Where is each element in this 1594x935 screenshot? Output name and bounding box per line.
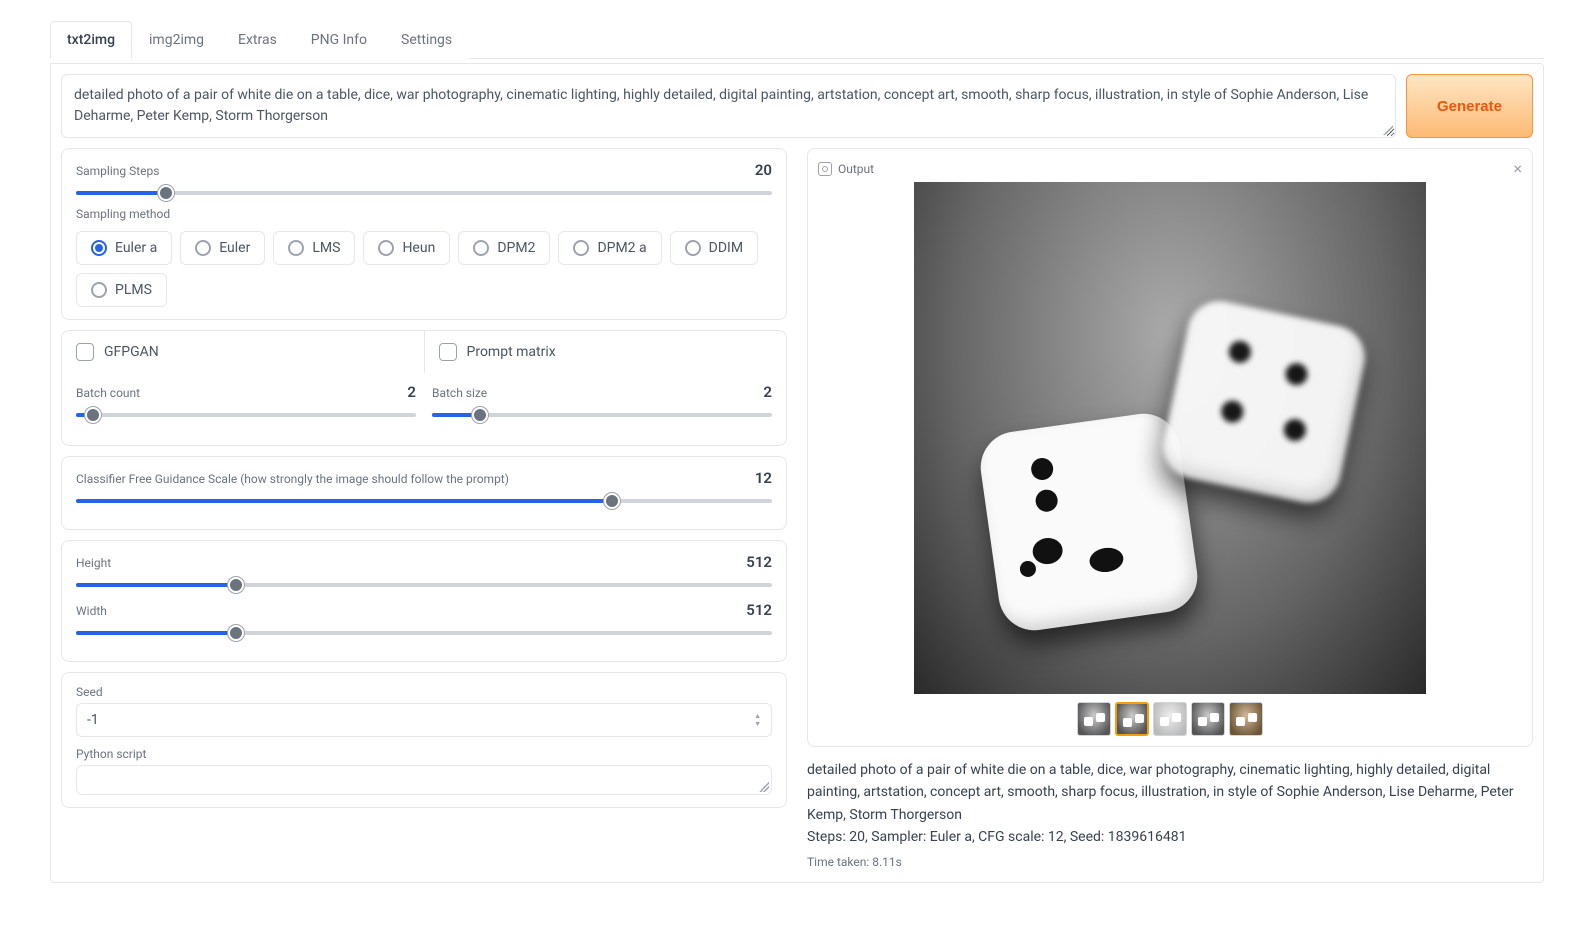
python-label: Python script — [76, 747, 772, 761]
sampler-dpm2[interactable]: DPM2 — [458, 231, 550, 265]
prompt-matrix-checkbox[interactable]: Prompt matrix — [425, 331, 787, 373]
tab-bar: txt2img img2img Extras PNG Info Settings — [50, 20, 1544, 59]
main-panel: detailed photo of a pair of white die on… — [50, 63, 1544, 883]
caption-params: Steps: 20, Sampler: Euler a, CFG scale: … — [807, 826, 1533, 848]
radio-icon — [195, 240, 211, 256]
sampler-euler-a[interactable]: Euler a — [76, 231, 172, 265]
output-panel: Output × — [807, 148, 1533, 747]
batch-size-label: Batch size — [432, 386, 487, 400]
radio-icon — [91, 282, 107, 298]
python-input[interactable] — [76, 765, 772, 795]
output-thumbnails — [818, 702, 1522, 736]
output-label: Output — [838, 162, 874, 176]
batch-count-slider[interactable] — [76, 405, 416, 425]
radio-icon — [573, 240, 589, 256]
seed-script-group: Seed -1 ▲▼ Python script — [61, 672, 787, 808]
checkbox-group: GFPGAN Prompt matrix Batch count 2 — [61, 330, 787, 446]
thumbnail-3[interactable] — [1191, 702, 1225, 736]
sampling-group: Sampling Steps 20 Sampling method Euler … — [61, 148, 787, 320]
width-label: Width — [76, 604, 107, 618]
sampling-method-radios: Euler aEulerLMSHeunDPM2DPM2 a DDIM PLMS — [76, 231, 772, 307]
cfg-value: 12 — [755, 469, 772, 487]
height-value: 512 — [746, 553, 772, 571]
seed-input[interactable]: -1 ▲▼ — [76, 703, 772, 737]
prompt-input[interactable]: detailed photo of a pair of white die on… — [61, 74, 1396, 138]
sampler-euler[interactable]: Euler — [180, 231, 265, 265]
tab-png-info[interactable]: PNG Info — [294, 21, 384, 59]
radio-icon — [378, 240, 394, 256]
caption-time: Time taken: 8.11s — [807, 853, 1533, 872]
thumbnail-4[interactable] — [1229, 702, 1263, 736]
batch-size-value: 2 — [763, 383, 772, 401]
generate-button[interactable]: Generate — [1406, 74, 1533, 138]
height-label: Height — [76, 556, 111, 570]
cfg-slider[interactable] — [76, 491, 772, 511]
height-slider[interactable] — [76, 575, 772, 595]
batch-count-label: Batch count — [76, 386, 140, 400]
gfpgan-checkbox[interactable]: GFPGAN — [62, 331, 425, 373]
caption-prompt: detailed photo of a pair of white die on… — [807, 759, 1533, 826]
tab-txt2img[interactable]: txt2img — [50, 21, 132, 59]
seed-label: Seed — [76, 685, 772, 699]
dimensions-group: Height 512 Width 512 — [61, 540, 787, 662]
sampler-heun[interactable]: Heun — [363, 231, 450, 265]
width-value: 512 — [746, 601, 772, 619]
tab-img2img[interactable]: img2img — [132, 21, 221, 59]
sampling-steps-value: 20 — [755, 161, 772, 179]
cfg-group: Classifier Free Guidance Scale (how stro… — [61, 456, 787, 530]
batch-count-value: 2 — [407, 383, 416, 401]
thumbnail-2[interactable] — [1153, 702, 1187, 736]
sampler-plms[interactable]: PLMS — [76, 273, 167, 307]
radio-icon — [91, 240, 107, 256]
sampling-steps-slider[interactable] — [76, 183, 772, 203]
batch-size-slider[interactable] — [432, 405, 772, 425]
sampling-steps-label: Sampling Steps — [76, 164, 159, 178]
radio-icon — [685, 240, 701, 256]
tab-extras[interactable]: Extras — [221, 21, 294, 59]
radio-icon — [288, 240, 304, 256]
tab-settings[interactable]: Settings — [384, 21, 469, 59]
output-caption: detailed photo of a pair of white die on… — [807, 759, 1533, 872]
stepper-icon[interactable]: ▲▼ — [754, 712, 761, 728]
sampler-ddim[interactable]: DDIM — [670, 231, 758, 265]
sampler-lms[interactable]: LMS — [273, 231, 355, 265]
cfg-label: Classifier Free Guidance Scale (how stro… — [76, 472, 509, 486]
close-icon[interactable]: × — [1513, 159, 1522, 178]
sampler-dpm2-a[interactable]: DPM2 a — [558, 231, 661, 265]
output-image[interactable] — [914, 182, 1426, 694]
thumbnail-0[interactable] — [1077, 702, 1111, 736]
radio-icon — [473, 240, 489, 256]
width-slider[interactable] — [76, 623, 772, 643]
sampling-method-label: Sampling method — [76, 207, 772, 221]
image-icon — [818, 162, 832, 176]
thumbnail-1[interactable] — [1115, 702, 1149, 736]
